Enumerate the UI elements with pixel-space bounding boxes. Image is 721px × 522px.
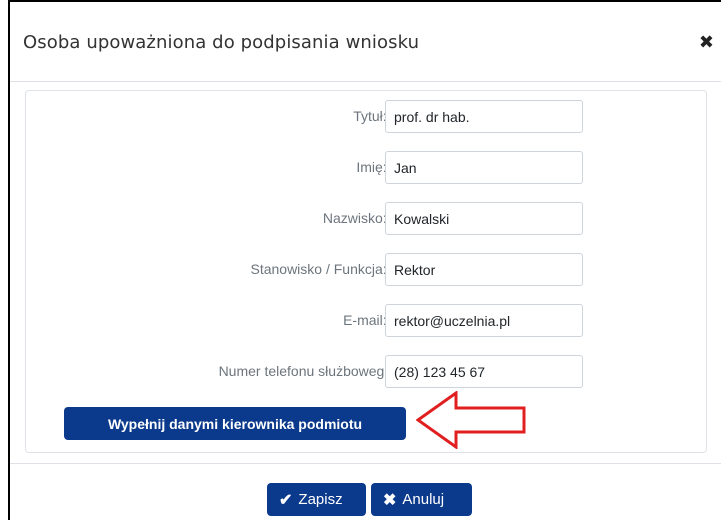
field-row-email: E-mail: * <box>26 304 706 338</box>
modal-dialog: Osoba upoważniona do podpisania wniosku … <box>8 0 721 520</box>
form-panel: Tytuł: * Imię: * Nazwisko: * Stanowisko … <box>25 90 707 453</box>
field-row-position: Stanowisko / Funkcja: * <box>26 253 706 287</box>
cancel-button[interactable]: ✖ Anuluj <box>371 483 472 516</box>
x-icon: ✖ <box>383 491 397 509</box>
close-icon[interactable]: ✖ <box>699 32 714 54</box>
field-label-position: Stanowisko / Funkcja: * <box>250 261 396 277</box>
save-label: Zapisz <box>298 491 343 508</box>
field-row-title: Tytuł: * <box>26 100 706 134</box>
red-arrow-annotation-icon <box>416 391 526 449</box>
field-label-phone: Numer telefonu służbowego: <box>218 363 396 379</box>
cancel-label: Anuluj <box>402 491 445 508</box>
check-icon: ✔ <box>279 491 293 509</box>
field-row-phone: Numer telefonu służbowego: <box>26 355 706 389</box>
fill-with-head-data-button[interactable]: Wypełnij danymi kierownika podmiotu <box>64 407 406 440</box>
save-button[interactable]: ✔ Zapisz <box>267 483 366 516</box>
email-input[interactable] <box>385 304 583 337</box>
field-row-first-name: Imię: * <box>26 151 706 185</box>
position-input[interactable] <box>385 253 583 286</box>
modal-footer: ✔ Zapisz ✖ Anuluj <box>10 463 721 522</box>
last-name-input[interactable] <box>385 202 583 235</box>
title-input[interactable] <box>385 100 583 133</box>
modal-header: Osoba upoważniona do podpisania wniosku … <box>10 2 721 82</box>
modal-title: Osoba upoważniona do podpisania wniosku <box>23 32 420 53</box>
field-row-last-name: Nazwisko: * <box>26 202 706 236</box>
first-name-input[interactable] <box>385 151 583 184</box>
phone-input[interactable] <box>385 355 583 388</box>
